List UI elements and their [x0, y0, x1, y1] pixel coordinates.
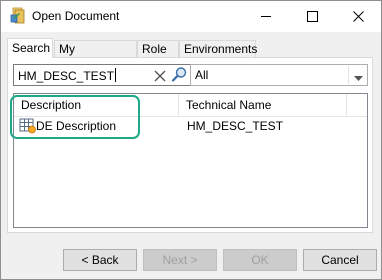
ok-button[interactable]: OK [223, 249, 297, 271]
footer-separator [1, 238, 381, 239]
chevron-down-icon[interactable] [354, 71, 363, 81]
open-document-dialog: Open Document Search My Documents Role E… [0, 0, 382, 280]
row-technical-name: HM_DESC_TEST [187, 119, 284, 133]
window-title: Open Document [32, 9, 120, 23]
dropdown-divider [348, 66, 349, 84]
search-input-value: HM_DESC_TEST [18, 69, 115, 83]
cancel-button[interactable]: Cancel [303, 249, 377, 271]
search-input[interactable]: HM_DESC_TEST [13, 64, 193, 86]
title-bar: Open Document [1, 1, 381, 32]
next-button[interactable]: Next > [143, 249, 217, 271]
back-button[interactable]: < Back [63, 249, 137, 271]
search-icon[interactable] [171, 66, 188, 83]
tab-role[interactable]: Role [137, 40, 179, 57]
column-header-description[interactable]: Description [14, 94, 179, 116]
clear-icon[interactable] [153, 69, 167, 83]
minimize-button[interactable] [243, 1, 289, 32]
close-icon [352, 11, 364, 22]
tab-my-documents[interactable]: My Documents [54, 40, 137, 73]
results-list: Description Technical Name DE Descriptio… [13, 93, 368, 228]
list-header: Description Technical Name [14, 94, 367, 117]
tab-environments[interactable]: Environments [179, 40, 257, 57]
filter-selected-value: All [195, 68, 209, 82]
data-element-icon [19, 118, 37, 134]
close-button[interactable] [335, 1, 381, 32]
search-tab-panel: HM_DESC_TEST All Description Technical N… [7, 57, 373, 233]
column-header-filler [347, 94, 367, 116]
document-app-icon [9, 7, 27, 25]
column-header-technical-name[interactable]: Technical Name [179, 94, 347, 116]
row-description: DE Description [36, 119, 117, 133]
maximize-button[interactable] [289, 1, 335, 32]
text-caret [115, 68, 117, 82]
maximize-icon [306, 11, 318, 22]
tab-search[interactable]: Search [7, 38, 53, 58]
filter-dropdown[interactable]: All [190, 64, 368, 86]
minimize-icon [260, 16, 271, 17]
table-row[interactable]: DE Description HM_DESC_TEST [14, 116, 367, 136]
search-input-text: HM_DESC_TEST [18, 68, 117, 83]
